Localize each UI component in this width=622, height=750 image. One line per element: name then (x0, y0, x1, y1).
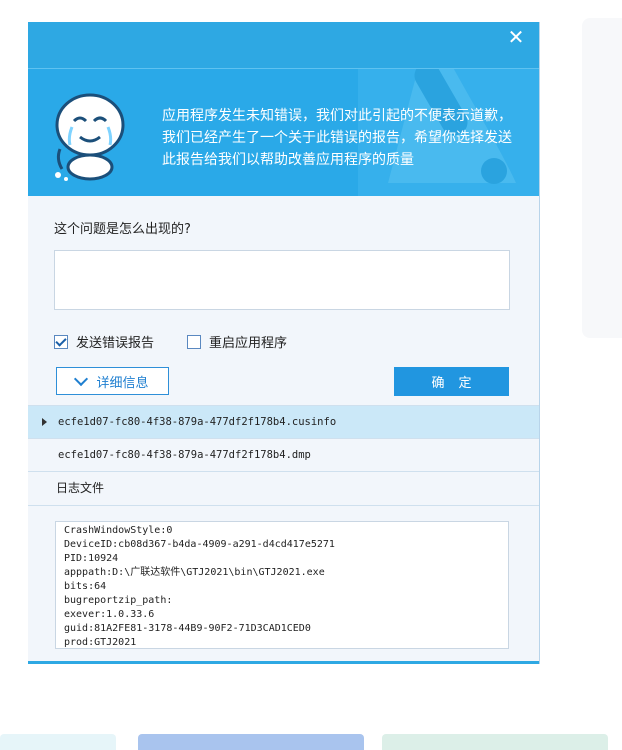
file-name: ecfe1d07-fc80-4f38-879a-477df2f178b4.cus… (58, 416, 337, 428)
chevron-down-icon (74, 371, 89, 387)
log-line: CrashWindowStyle:0 (64, 525, 173, 536)
log-line: guid:81A2FE81-3178-44B9-90F2-71D3CAD1CED… (64, 623, 311, 634)
send-report-label: 发送错误报告 (76, 336, 155, 351)
log-file-header: 日志文件 (28, 471, 539, 506)
log-line: apppath:D:\广联达软件\GTJ2021\bin\GTJ2021.exe (64, 567, 325, 578)
crying-mascot-icon (55, 93, 125, 181)
log-line: exever:1.0.33.6 (64, 609, 155, 620)
log-line: PID:10924 (64, 553, 119, 564)
crash-report-dialog: ✕ 应用程序发生未知错误，我们对此引起的不便表示道歉，我们已经产生了一个关于此错… (28, 22, 540, 664)
log-line: bits:64 (64, 581, 107, 592)
background-thumbnail (0, 734, 116, 750)
log-line: DeviceID:cb08d367-b4da-4909-a291-d4cd417… (64, 539, 335, 550)
restart-app-checkbox[interactable]: 重启应用程序 (187, 332, 287, 351)
details-button-label: 详细信息 (96, 375, 149, 391)
log-line: prod:GTJ2021 (64, 637, 137, 648)
send-report-checkbox[interactable]: 发送错误报告 (54, 332, 154, 351)
details-button[interactable]: 详细信息 (56, 367, 169, 395)
question-label: 这个问题是怎么出现的? (54, 222, 191, 237)
dialog-bottom-border (28, 661, 539, 664)
restart-app-label: 重启应用程序 (209, 336, 288, 351)
ok-button[interactable]: 确定 (394, 367, 509, 396)
background-panel (582, 18, 622, 338)
background-thumbnail (382, 734, 608, 750)
background-thumbnail (138, 734, 364, 750)
file-name: ecfe1d07-fc80-4f38-879a-477df2f178b4.dmp (58, 449, 311, 461)
problem-description-input[interactable] (54, 250, 510, 310)
log-line: bugreportzip_path: (64, 595, 173, 606)
dialog-titlebar: ✕ (28, 22, 539, 68)
report-file-list: ecfe1d07-fc80-4f38-879a-477df2f178b4.cus… (28, 405, 539, 506)
close-icon[interactable]: ✕ (505, 26, 527, 48)
checkbox-unchecked-icon[interactable] (187, 334, 201, 349)
log-content-box[interactable]: CrashWindowStyle:0 DeviceID:cb08d367-b4d… (55, 521, 509, 649)
file-row[interactable]: ecfe1d07-fc80-4f38-879a-477df2f178b4.dmp (28, 438, 539, 471)
error-message: 应用程序发生未知错误，我们对此引起的不便表示道歉，我们已经产生了一个关于此错误的… (162, 108, 512, 168)
expand-arrow-icon[interactable] (42, 418, 47, 426)
file-row[interactable]: ecfe1d07-fc80-4f38-879a-477df2f178b4.cus… (28, 405, 539, 438)
error-banner: 应用程序发生未知错误，我们对此引起的不便表示道歉，我们已经产生了一个关于此错误的… (28, 68, 539, 196)
checkbox-checked-icon[interactable] (54, 334, 68, 349)
